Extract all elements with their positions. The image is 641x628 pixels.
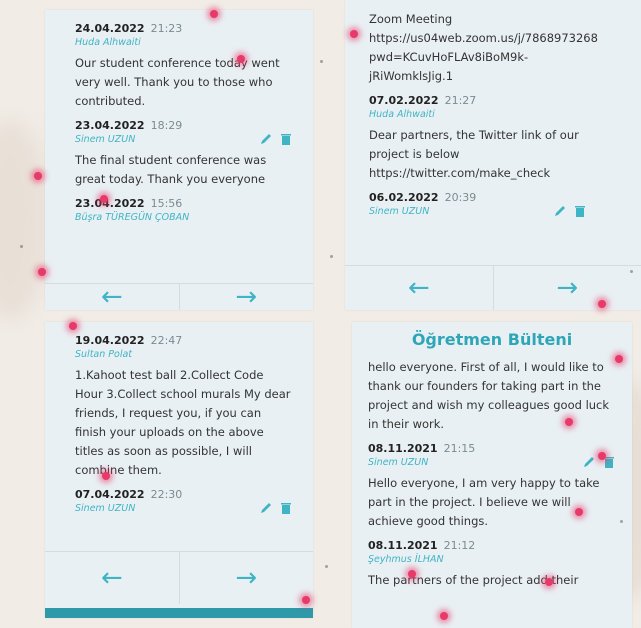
prev-arrow-button[interactable]: ← — [345, 266, 493, 310]
post-time: 21:15 — [443, 442, 476, 455]
post-text: Zoom Meeting https://us04web.zoom.us/j/7… — [369, 10, 621, 86]
post-time: 20:39 — [444, 191, 477, 204]
news-panel-2: Zoom Meeting https://us04web.zoom.us/j/7… — [345, 0, 641, 310]
post-date: 08.11.2021 — [368, 539, 438, 552]
post-date: 19.04.2022 — [75, 334, 145, 347]
delete-icon[interactable] — [279, 132, 293, 146]
post-actions — [259, 132, 293, 146]
edit-icon[interactable] — [259, 132, 273, 146]
pagination-nav: ← → — [45, 282, 314, 310]
sparkle-dot — [69, 322, 77, 330]
sparkle-dot — [302, 596, 310, 604]
post-text: The final student conference was great t… — [75, 153, 267, 186]
post-time: 22:47 — [150, 334, 183, 347]
delete-icon[interactable] — [279, 501, 293, 515]
post-text: Our student conference today went very w… — [75, 56, 280, 108]
zoom-line: jRiWomklsJig.1 — [369, 69, 454, 83]
post-author: Sultan Polat — [75, 349, 133, 360]
post-author: Huda Alhwaiti — [75, 37, 141, 48]
post: 23.04.2022 15:56 Büşra TÜREGÜN ÇOBAN — [75, 197, 293, 223]
post-author: Şeyhmus İLHAN — [368, 554, 444, 565]
post-actions — [553, 204, 587, 218]
sparkle-speck — [325, 565, 328, 568]
post-time: 21:27 — [444, 94, 477, 107]
post: 06.02.2022 20:39 Sinem UZUN — [369, 191, 621, 217]
pagination-nav: ← → — [345, 265, 641, 310]
sparkle-dot — [237, 55, 245, 63]
sparkle-dot — [34, 172, 42, 180]
sparkle-speck — [620, 520, 623, 523]
post: 08.11.2021 21:15 Sinem UZUN Hello everyon… — [368, 442, 616, 531]
edit-icon[interactable] — [259, 501, 273, 515]
post: 24.04.2022 21:23 Huda Alhwaiti Our studen… — [75, 22, 293, 111]
sparkle-speck — [20, 245, 23, 248]
zoom-line: pwd=KCuvHoFLAv8iBoM9k- — [369, 50, 529, 64]
post-text: Hello everyone, I am very happy to take … — [368, 476, 600, 528]
delete-icon[interactable] — [573, 204, 587, 218]
post: 07.02.2022 21:27 Huda Alhwaiti Dear partn… — [369, 94, 621, 183]
next-arrow-button[interactable]: → — [178, 552, 314, 604]
post-time: 22:30 — [150, 488, 183, 501]
post-date: 24.04.2022 — [75, 22, 145, 35]
post-time: 15:56 — [150, 197, 183, 210]
prev-arrow-button[interactable]: ← — [45, 552, 179, 604]
prev-arrow-button[interactable]: ← — [45, 282, 179, 310]
edit-icon[interactable] — [553, 204, 567, 218]
sparkle-dot — [565, 418, 573, 426]
post-text: The partners of the project add their — [368, 573, 579, 587]
sparkle-dot — [210, 10, 218, 18]
post-text: Dear partners, the Twitter link of our p… — [369, 128, 579, 180]
sparkle-speck — [320, 60, 323, 63]
sparkle-dot — [350, 30, 358, 38]
next-arrow-button[interactable]: → — [178, 282, 314, 310]
post: 07.04.2022 22:30 Sinem UZUN — [75, 488, 293, 514]
post-author: Sinem UZUN — [369, 206, 430, 217]
sparkle-dot — [545, 578, 553, 586]
sparkle-dot — [615, 355, 623, 363]
sparkle-dot — [102, 472, 110, 480]
sparkle-dot — [575, 508, 583, 516]
post-author: Büşra TÜREGÜN ÇOBAN — [75, 212, 190, 223]
post-author: Sinem UZUN — [368, 457, 429, 468]
post-author: Sinem UZUN — [75, 503, 136, 514]
sparkle-speck — [630, 270, 633, 273]
post: 19.04.2022 22:47 Sultan Polat 1.Kahoot te… — [75, 334, 293, 480]
news-panel-4: Öğretmen Bülteni hello everyone. First o… — [352, 322, 632, 628]
news-panel-1: 24.04.2022 21:23 Huda Alhwaiti Our studen… — [45, 10, 313, 310]
post-date: 07.04.2022 — [75, 488, 145, 501]
post-time: 18:29 — [150, 119, 183, 132]
sparkle-dot — [100, 195, 108, 203]
edit-icon[interactable] — [582, 455, 596, 469]
next-arrow-button[interactable]: → — [492, 266, 641, 310]
background-texture — [0, 120, 50, 320]
post-date: 06.02.2022 — [369, 191, 439, 204]
post: 23.04.2022 18:29 Sinem UZUN The final stu… — [75, 119, 293, 189]
sparkle-dot — [440, 612, 448, 620]
post-date: 07.02.2022 — [369, 94, 439, 107]
post-time: 21:12 — [443, 539, 476, 552]
post-author: Huda Alhwaiti — [369, 109, 435, 120]
sparkle-dot — [598, 300, 606, 308]
zoom-line: Zoom Meeting — [369, 12, 453, 26]
bottom-accent-bar — [45, 608, 313, 618]
sparkle-speck — [330, 255, 333, 258]
post: 08.11.2021 21:12 Şeyhmus İLHAN The partne… — [368, 539, 616, 590]
post-time: 21:23 — [150, 22, 183, 35]
pagination-nav: ← → — [45, 551, 313, 604]
post-actions — [259, 501, 293, 515]
post-date: 23.04.2022 — [75, 197, 145, 210]
zoom-link[interactable]: https://us04web.zoom.us/j/7868973268 — [369, 29, 621, 48]
news-panel-3: 19.04.2022 22:47 Sultan Polat 1.Kahoot te… — [45, 322, 313, 618]
bulletin-title: Öğretmen Bülteni — [411, 330, 573, 349]
sparkle-dot — [38, 268, 46, 276]
post-author: Sinem UZUN — [75, 134, 136, 145]
post-text: 1.Kahoot test ball 2.Collect Code Hour 3… — [75, 368, 291, 477]
sparkle-dot — [408, 570, 416, 578]
post-date: 08.11.2021 — [368, 442, 438, 455]
post-text: hello everyone. First of all, I would li… — [368, 360, 610, 431]
post-date: 23.04.2022 — [75, 119, 145, 132]
sparkle-dot — [598, 452, 606, 460]
